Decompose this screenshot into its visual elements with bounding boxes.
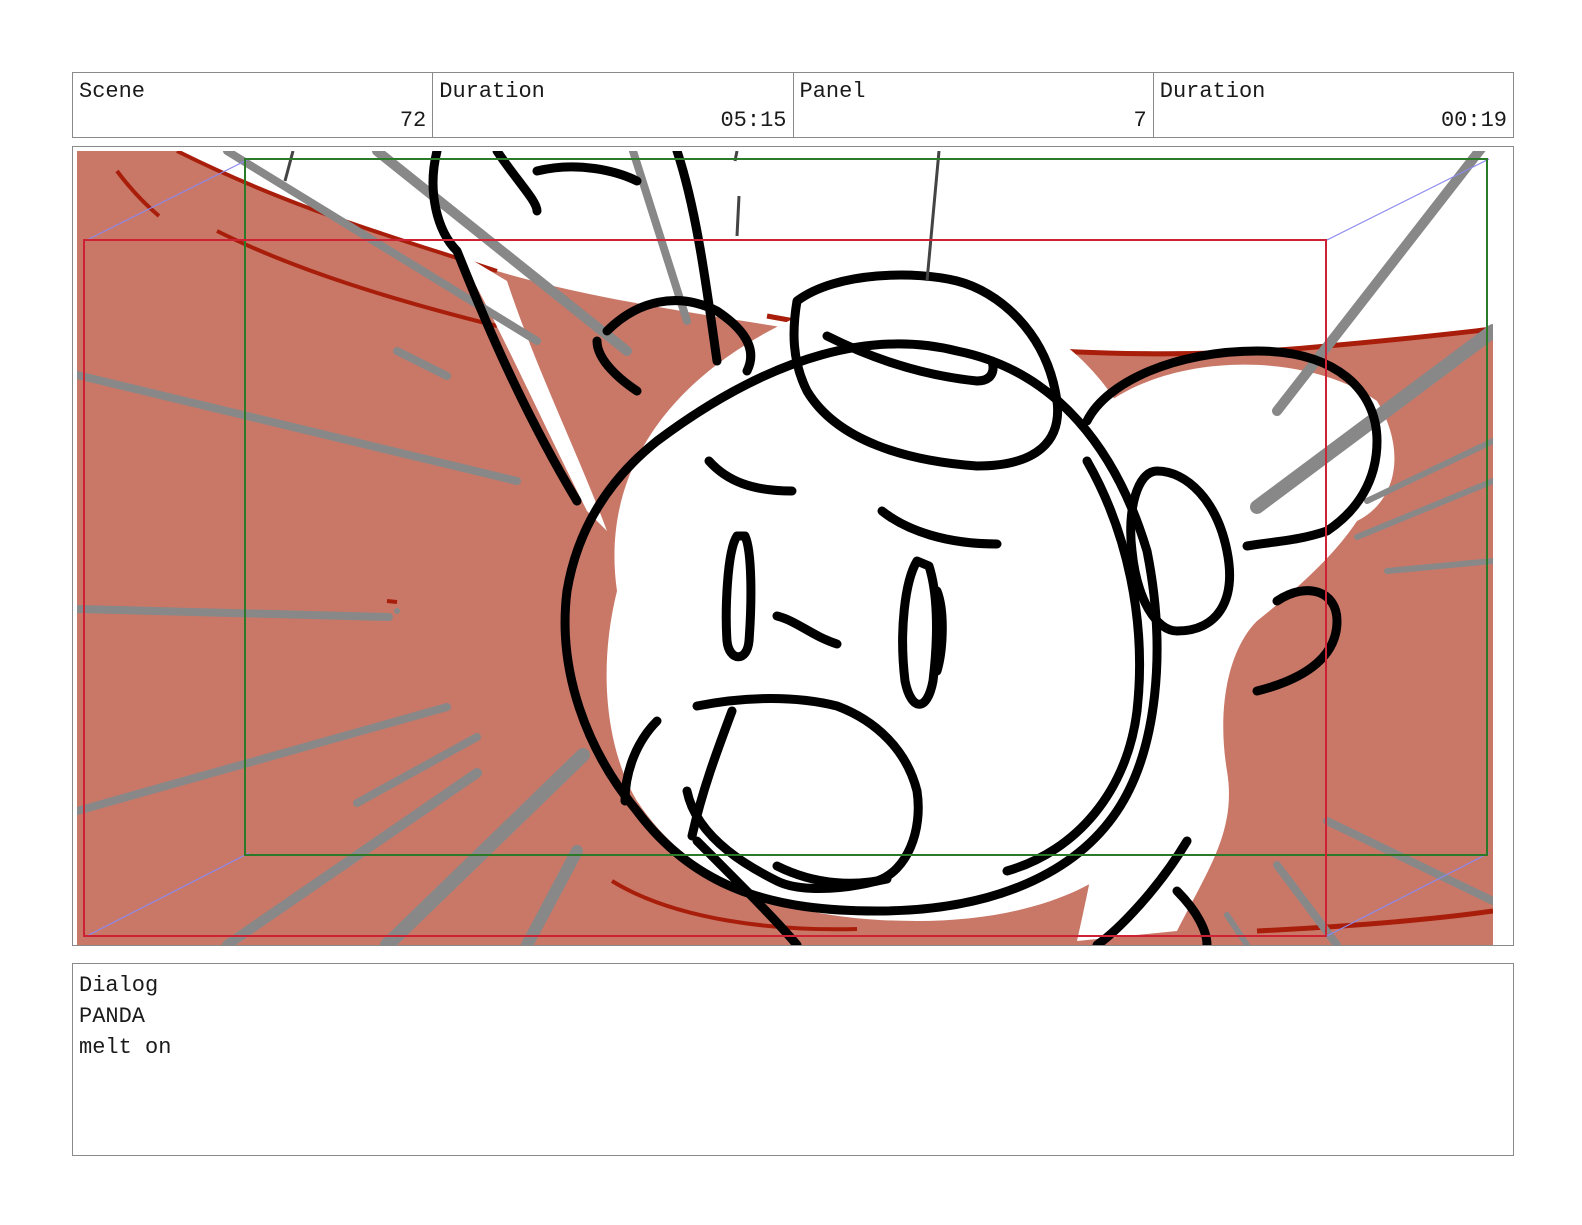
scene-cell: Scene 72	[73, 73, 434, 137]
scene-label: Scene	[79, 79, 146, 104]
panel-duration-value: 00:19	[1440, 108, 1507, 133]
dialog-character: PANDA	[79, 1004, 146, 1029]
scene-number: 72	[399, 108, 427, 133]
scene-duration-value: 05:15	[720, 108, 787, 133]
panel-cell: Panel 7	[794, 73, 1154, 137]
panel-label: Panel	[799, 79, 866, 104]
scene-duration-label: Duration	[439, 79, 545, 104]
storyboard-drawing	[77, 151, 1493, 945]
storyboard-panel	[72, 146, 1514, 946]
dialog-label: Dialog	[79, 973, 159, 998]
panel-number: 7	[1133, 108, 1147, 133]
panel-duration-cell: Duration 00:19	[1154, 73, 1513, 137]
panel-duration-label: Duration	[1159, 79, 1266, 104]
panel-info-header: Scene 72 Duration 05:15 Panel 7 Duration…	[72, 72, 1514, 138]
scene-duration-cell: Duration 05:15	[433, 73, 794, 137]
dialog-box: Dialog PANDA melt on	[72, 963, 1514, 1156]
dialog-line: melt on	[79, 1035, 172, 1060]
